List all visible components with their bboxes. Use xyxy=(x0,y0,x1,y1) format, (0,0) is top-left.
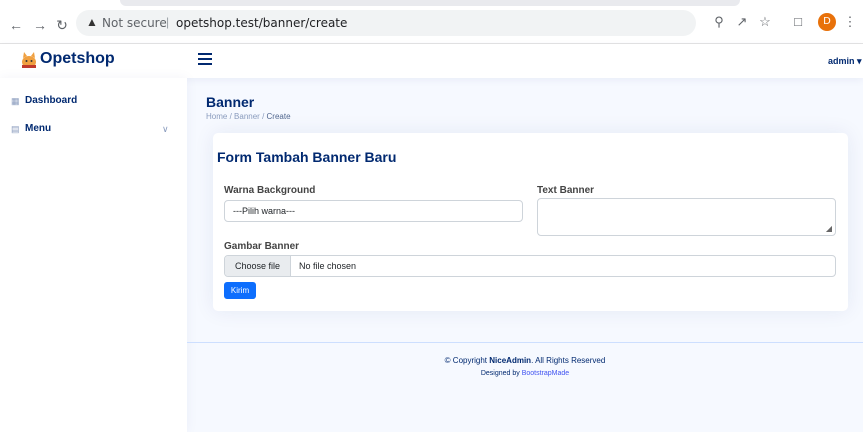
color-select[interactable]: ---Pilih warna--- xyxy=(224,200,523,222)
sidebar-item-menu[interactable]: Menu xyxy=(25,120,51,138)
breadcrumb-home[interactable]: Home xyxy=(206,112,227,121)
designed-by-label: Designed by xyxy=(480,370,520,377)
browser-toolbar: ← → ↻ ▲ Not secure | opetshop.test/banne… xyxy=(0,0,863,44)
breadcrumb-current: Create xyxy=(266,112,291,121)
footer-copyright: © Copyright NiceAdmin. All Rights Reserv… xyxy=(187,356,863,365)
menu-list-icon: ▤ xyxy=(11,124,20,134)
tab-strip xyxy=(0,0,863,6)
url-text[interactable]: opetshop.test/banner/create xyxy=(176,16,347,30)
text-banner-label: Text Banner xyxy=(537,185,595,196)
choose-file-button[interactable]: Choose file xyxy=(225,256,291,276)
brand-name: NiceAdmin xyxy=(489,356,532,365)
text-banner-textarea[interactable]: ◢ xyxy=(537,198,836,236)
chevron-down-icon[interactable]: ∨ xyxy=(162,120,169,138)
footer-divider xyxy=(187,342,863,343)
app-header: Opetshop admin ▾ xyxy=(0,44,863,78)
sidebar-item-dashboard[interactable]: Dashboard xyxy=(25,92,77,110)
user-name[interactable]: admin xyxy=(828,56,855,66)
image-label: Gambar Banner xyxy=(224,241,300,252)
designer-link[interactable]: BootstrapMade xyxy=(522,370,569,377)
color-select-value[interactable]: ---Pilih warna--- xyxy=(233,206,295,216)
breadcrumb-banner[interactable]: Banner xyxy=(234,112,260,121)
forward-icon[interactable]: → xyxy=(32,17,48,33)
sidepanel-icon[interactable]: □ xyxy=(790,14,806,30)
warning-icon[interactable]: ▲ xyxy=(86,15,98,29)
copyright-suffix: . All Rights Reserved xyxy=(531,356,606,365)
copyright-prefix: © Copyright xyxy=(444,356,488,365)
page-title: Banner xyxy=(206,94,255,110)
user-menu[interactable]: admin ▾ xyxy=(828,56,862,67)
hamburger-icon[interactable] xyxy=(198,53,212,65)
url-separator: | xyxy=(166,15,170,29)
zoom-icon[interactable]: ⚲ xyxy=(711,14,727,30)
back-icon[interactable]: ← xyxy=(8,17,24,33)
grid-icon: ▦ xyxy=(11,96,20,106)
logo-icon xyxy=(22,52,36,68)
file-status: No file chosen xyxy=(299,261,357,271)
footer-credits: Designed by BootstrapMade xyxy=(187,370,863,377)
image-file-input[interactable]: Choose file No file chosen xyxy=(224,255,836,277)
sidebar: ▦ Dashboard ▤ Menu ∨ xyxy=(0,78,187,432)
reload-icon[interactable]: ↻ xyxy=(54,17,70,33)
app-name[interactable]: Opetshop xyxy=(40,50,115,68)
resize-grip-icon[interactable]: ◢ xyxy=(826,224,832,233)
color-label: Warna Background xyxy=(224,185,316,196)
breadcrumb: Home / Banner / Create xyxy=(206,112,291,121)
profile-avatar[interactable]: D xyxy=(818,13,836,31)
chevron-down-icon[interactable]: ▾ xyxy=(855,56,862,66)
star-icon[interactable]: ☆ xyxy=(757,14,773,30)
form-title: Form Tambah Banner Baru xyxy=(217,149,397,165)
address-bar[interactable]: ▲ Not secure | opetshop.test/banner/crea… xyxy=(76,10,696,36)
menu-dots-icon[interactable]: ⋮ xyxy=(842,14,858,30)
security-label[interactable]: Not secure xyxy=(102,16,167,30)
form-card: Form Tambah Banner Baru Warna Background… xyxy=(213,133,848,311)
share-icon[interactable]: ↗ xyxy=(734,14,750,30)
submit-button[interactable]: Kirim xyxy=(224,282,256,299)
